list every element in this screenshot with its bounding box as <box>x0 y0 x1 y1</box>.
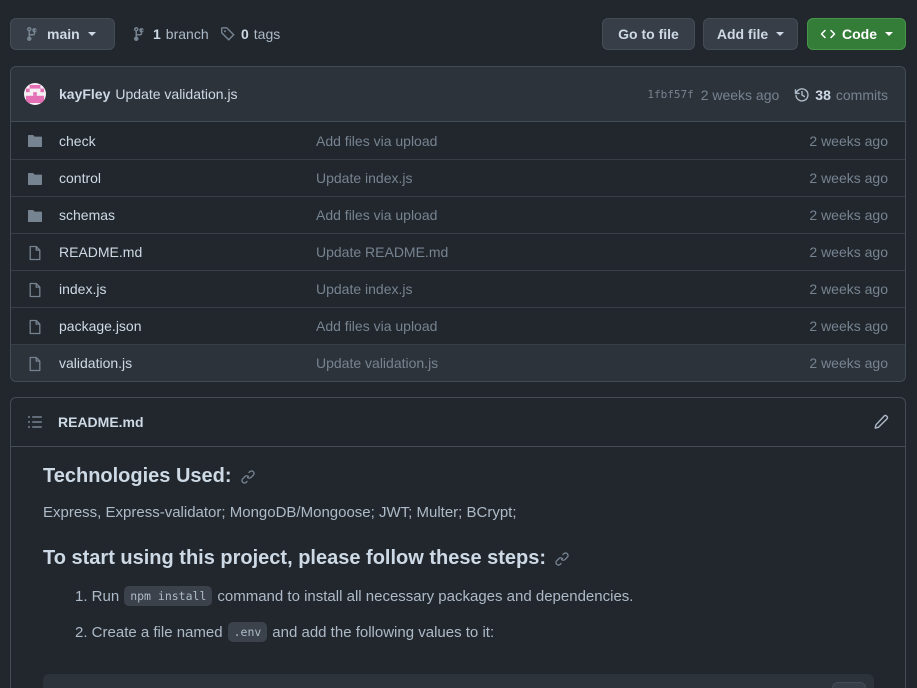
go-to-file-label: Go to file <box>618 26 679 42</box>
tag-icon <box>221 27 235 41</box>
branch-select-button[interactable]: main <box>10 18 115 50</box>
commit-time: 2 weeks ago <box>700 86 780 103</box>
table-row[interactable]: control Update index.js 2 weeks ago <box>11 159 905 196</box>
code-label: Code <box>842 26 877 42</box>
commit-author[interactable]: kayFley <box>59 86 110 102</box>
code-block <box>43 674 874 688</box>
setup-steps: 1. Run npm install command to install al… <box>43 586 873 642</box>
file-icon <box>29 319 41 335</box>
copy-button[interactable] <box>832 682 866 688</box>
table-row[interactable]: package.json Add files via upload 2 weeks … <box>11 307 905 344</box>
table-row[interactable]: README.md Update README.md 2 weeks ago <box>11 233 905 270</box>
file-name[interactable]: README.md <box>59 244 142 260</box>
list-item: 2. Create a file named .env and add the … <box>75 622 873 642</box>
file-commit-message[interactable]: Add files via upload <box>316 207 437 223</box>
list-unordered-icon[interactable] <box>27 414 43 430</box>
file-commit-time: 2 weeks ago <box>809 132 888 149</box>
folder-icon <box>28 173 42 185</box>
inline-code: .env <box>227 622 268 642</box>
file-name[interactable]: index.js <box>59 281 106 297</box>
tags-link[interactable]: 0 tags <box>220 18 280 50</box>
chevron-down-icon <box>776 32 785 36</box>
pencil-icon[interactable] <box>873 414 889 430</box>
file-name[interactable]: package.json <box>59 318 142 334</box>
readme-header: README.md <box>11 398 905 447</box>
link-icon[interactable] <box>240 469 256 485</box>
commit-sha[interactable]: 1fbf57f <box>647 88 693 101</box>
inline-code: npm install <box>124 586 213 606</box>
file-list-box: kayFley Update validation.js 1fbf57f 2 w… <box>10 66 906 382</box>
tags-label: tags <box>253 26 281 42</box>
repo-toolbar: main 1 branch 0 tags Go to file Add file… <box>10 18 906 50</box>
identicon-icon <box>26 85 44 103</box>
tech-list: Express, Express-validator; MongoDB/Mong… <box>43 504 517 521</box>
add-file-label: Add file <box>716 26 769 42</box>
file-commit-time: 2 weeks ago <box>809 170 888 186</box>
commit-meta: 1fbf57f 2 weeks ago 38 commits <box>647 67 888 122</box>
readme-heading: Technologies Used: <box>43 465 873 488</box>
history-icon <box>795 87 809 102</box>
heading-text: Technologies Used: <box>43 465 232 487</box>
file-commit-time: 2 weeks ago <box>809 207 888 223</box>
commits-label: commits <box>835 86 888 103</box>
code-icon <box>820 29 836 39</box>
file-commit-time: 2 weeks ago <box>809 281 888 297</box>
branches-link[interactable]: 1 branch <box>132 18 209 50</box>
step-text: 2. Create a file named <box>75 623 223 641</box>
folder-icon <box>28 135 42 147</box>
step-text: and add the following values to it: <box>272 623 495 641</box>
file-name[interactable]: control <box>59 170 101 186</box>
file-icon <box>29 282 41 298</box>
file-commit-message[interactable]: Update README.md <box>316 244 448 260</box>
file-commit-message[interactable]: Update validation.js <box>316 355 438 371</box>
file-name[interactable]: validation.js <box>59 355 132 371</box>
file-commit-message[interactable]: Add files via upload <box>316 318 437 334</box>
table-row[interactable]: index.js Update index.js 2 weeks ago <box>11 270 905 307</box>
file-commit-time: 2 weeks ago <box>809 318 888 334</box>
branches-label: branch <box>165 26 209 42</box>
file-commit-message[interactable]: Update index.js <box>316 170 413 186</box>
code-button[interactable]: Code <box>807 18 906 50</box>
git-branch-icon <box>134 27 144 41</box>
file-commit-time: 2 weeks ago <box>809 244 888 260</box>
commits-history-link[interactable]: 38 commits <box>794 87 888 103</box>
file-icon <box>29 356 41 372</box>
commits-count: 38 <box>815 86 831 103</box>
readme-title[interactable]: README.md <box>58 414 144 430</box>
go-to-file-button[interactable]: Go to file <box>602 18 695 50</box>
readme-heading: To start using this project, please foll… <box>43 547 873 570</box>
file-name[interactable]: check <box>59 133 96 149</box>
branches-count: 1 <box>153 26 161 42</box>
table-row[interactable]: check Add files via upload 2 weeks ago <box>11 122 905 159</box>
step-text: 1. Run <box>75 587 120 605</box>
file-name[interactable]: schemas <box>59 207 115 223</box>
avatar[interactable] <box>24 83 46 105</box>
readme-content: Technologies Used: Express, Express-vali… <box>11 447 905 642</box>
list-item: 1. Run npm install command to install al… <box>75 586 873 606</box>
readme-box: README.md Technologies Used: Express, Ex… <box>10 397 906 688</box>
git-branch-icon <box>27 27 37 41</box>
chevron-down-icon <box>885 32 893 36</box>
heading-text: To start using this project, please foll… <box>43 547 547 569</box>
table-row[interactable]: validation.js Update validation.js 2 weeks… <box>11 344 905 381</box>
chevron-down-icon <box>87 32 96 36</box>
commit-message[interactable]: Update validation.js <box>115 86 237 102</box>
file-commit-message[interactable]: Add files via upload <box>316 133 437 149</box>
file-commit-message[interactable]: Update index.js <box>316 281 413 297</box>
branch-name: main <box>47 26 80 42</box>
latest-commit-bar: kayFley Update validation.js 1fbf57f 2 w… <box>11 67 905 122</box>
file-rows: check Add files via upload 2 weeks ago cont… <box>11 122 905 381</box>
link-icon[interactable] <box>554 551 570 567</box>
tags-count: 0 <box>241 26 249 42</box>
file-icon <box>29 245 41 261</box>
table-row[interactable]: schemas Add files via upload 2 weeks ago <box>11 196 905 233</box>
add-file-button[interactable]: Add file <box>703 18 798 50</box>
folder-icon <box>28 210 42 222</box>
file-commit-time: 2 weeks ago <box>809 355 888 371</box>
step-text: command to install all necessary package… <box>217 587 634 605</box>
